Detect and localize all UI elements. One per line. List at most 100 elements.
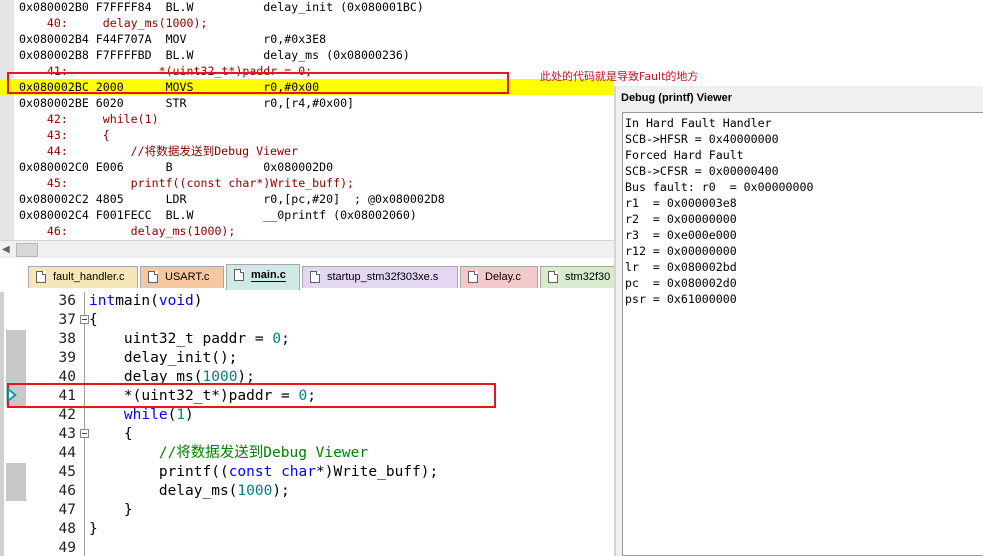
code-token: const — [228, 464, 273, 480]
file-icon — [36, 271, 46, 283]
viewer-output-line: SCB->CFSR = 0x00000400 — [625, 164, 779, 178]
code-token: ) — [185, 407, 194, 423]
code-line[interactable]: 44 //将数据发送到Debug Viewer — [4, 444, 614, 463]
code-token: 1 — [176, 407, 186, 423]
line-number: 39 — [58, 350, 76, 366]
disassembly-line[interactable]: 0x080002B0 F7FFFF84 BL.W delay_init (0x0… — [0, 0, 614, 15]
disassembly-line[interactable]: 0x080002B8 F7FFFFBD BL.W delay_ms (0x080… — [0, 47, 614, 63]
code-token: while — [89, 407, 168, 423]
tab-file[interactable]: startup_stm32f303xe.s — [302, 266, 458, 288]
disassembly-line[interactable]: 42: while(1) — [0, 111, 614, 127]
disassembly-line[interactable]: 45: printf((const char*)Write_buff); — [0, 175, 614, 191]
disassembly-line-text: 44: //将数据发送到Debug Viewer — [19, 144, 298, 158]
code-line[interactable]: 38 uint32_t paddr = 0; — [4, 330, 614, 349]
scroll-thumb[interactable] — [16, 243, 38, 257]
code-line[interactable]: 48} — [4, 520, 614, 539]
file-icon — [310, 271, 320, 283]
code-token: ( — [167, 407, 177, 423]
viewer-output[interactable]: In Hard Fault Handler SCB->HFSR = 0x40000… — [622, 112, 983, 556]
code-token: ; — [281, 331, 290, 347]
scroll-left-arrow-icon[interactable]: ◀ — [2, 244, 10, 255]
viewer-title: Debug (printf) Viewer — [621, 92, 733, 104]
editor-tabs: fault_handler.c USART.c main.c startup_stm3… — [0, 258, 614, 293]
viewer-output-line: pc = 0x080002d0 — [625, 276, 737, 290]
code-line[interactable]: 39 delay_init(); — [4, 349, 614, 368]
tab-label: fault_handler.c — [53, 271, 125, 283]
viewer-output-line: r12 = 0x00000000 — [625, 244, 737, 258]
viewer-output-line: r2 = 0x00000000 — [625, 212, 737, 226]
tab-file[interactable]: USART.c — [140, 266, 224, 288]
file-icon — [148, 271, 158, 283]
disassembly-line-text: 0x080002C2 4805 LDR r0,[pc,#20] ; @0x080… — [19, 192, 445, 206]
tab-file[interactable]: main.c — [226, 264, 300, 290]
code-token: delay_ms( — [89, 483, 238, 499]
code-text: { — [89, 425, 133, 444]
tab-label: USART.c — [165, 271, 210, 283]
viewer-output-line: Bus fault: r0 = 0x00000000 — [625, 180, 814, 194]
disassembly-line-text: 43: { — [19, 128, 110, 142]
disassembly-line-text: 0x080002B0 F7FFFF84 BL.W delay_init (0x0… — [19, 0, 424, 14]
code-token: delay_init(); — [89, 350, 238, 366]
line-number: 49 — [58, 540, 76, 556]
code-token: ) — [193, 293, 203, 309]
code-line[interactable]: 49 — [4, 539, 614, 556]
code-text: delay_ms(1000); — [89, 482, 290, 501]
code-line[interactable]: 42 while(1) — [4, 406, 614, 425]
disassembly-line-text: 0x080002B8 F7FFFFBD BL.W delay_ms (0x080… — [19, 48, 410, 62]
file-icon — [468, 271, 478, 283]
disassembly-line[interactable]: 40: delay_ms(1000); — [0, 15, 614, 31]
disassembly-line[interactable]: 43: { — [0, 127, 614, 143]
tab-file[interactable]: stm32f30 — [540, 266, 614, 288]
disassembly-line[interactable]: 0x080002C0 E006 B 0x080002D0 — [0, 159, 614, 175]
code-text: } — [89, 520, 98, 539]
disassembly-line[interactable]: 0x080002C2 4805 LDR r0,[pc,#20] ; @0x080… — [0, 191, 614, 207]
viewer-output-line: SCB->HFSR = 0x40000000 — [625, 132, 779, 146]
code-token: main( — [115, 293, 159, 309]
code-text: printf((const char*)Write_buff); — [89, 463, 438, 482]
code-line[interactable]: 45 printf((const char*)Write_buff); — [4, 463, 614, 482]
code-line[interactable]: 36 intmain(void) — [4, 292, 614, 311]
line-number: 38 — [58, 331, 76, 347]
code-token: ); — [272, 483, 290, 499]
file-icon — [234, 269, 244, 281]
disassembly-line[interactable]: 0x080002C4 F001FECC BL.W __0printf (0x08… — [0, 207, 614, 223]
disassembly-line[interactable]: 0x080002B4 F44F707A MOV r0,#0x3E8 — [0, 31, 614, 47]
line-number: 47 — [58, 502, 76, 518]
code-line[interactable]: 43 { — [4, 425, 614, 444]
current-line-pointer-icon — [8, 388, 17, 402]
disassembly-line[interactable]: 44: //将数据发送到Debug Viewer — [0, 143, 614, 159]
code-text: intmain(void) — [89, 292, 203, 311]
line-number: 36 — [58, 293, 76, 309]
viewer-output-line: lr = 0x080002bd — [625, 260, 737, 274]
code-token: *)Write_buff); — [316, 464, 439, 480]
code-token: void — [158, 293, 194, 309]
fold-collapse-icon[interactable] — [80, 315, 89, 324]
disassembly-line[interactable]: 0x080002BE 6020 STR r0,[r4,#0x00] — [0, 95, 614, 111]
viewer-output-line: Forced Hard Fault — [625, 148, 744, 162]
disassembly-hscrollbar[interactable]: ◀ — [0, 240, 614, 258]
line-number: 43 — [58, 426, 76, 442]
code-line[interactable]: 47 } — [4, 501, 614, 520]
disassembly-line-text: 0x080002BE 6020 STR r0,[r4,#0x00] — [19, 96, 355, 110]
disassembly-line-text: 0x080002B4 F44F707A MOV r0,#0x3E8 — [19, 32, 327, 46]
code-text: delay_init(); — [89, 349, 238, 368]
viewer-output-line: psr = 0x61000000 — [625, 292, 737, 306]
code-token: 1000 — [237, 483, 273, 499]
source-editor[interactable]: 36 intmain(void) 37 {38 uint32_t paddr = 0;… — [0, 292, 614, 556]
code-line[interactable]: 37 { — [4, 311, 614, 330]
code-line[interactable]: 46 delay_ms(1000); — [4, 482, 614, 501]
code-token: char — [272, 464, 316, 480]
fault-annotation: 此处的代码就是导致Fault的地方 — [540, 70, 699, 83]
fold-collapse-icon[interactable] — [80, 429, 89, 438]
tab-file[interactable]: Delay.c — [460, 266, 538, 288]
disassembly-line-text: 40: delay_ms(1000); — [19, 16, 208, 30]
faulting-instruction-highlight — [7, 72, 509, 94]
line-number: 48 — [58, 521, 76, 537]
disassembly-window[interactable]: 0x080002B0 F7FFFF84 BL.W delay_init (0x0… — [0, 0, 614, 240]
disassembly-line[interactable]: 46: delay_ms(1000); — [0, 223, 614, 239]
tab-file[interactable]: fault_handler.c — [28, 266, 138, 288]
code-text: } — [89, 501, 133, 520]
line-number: 37 — [58, 312, 76, 328]
debug-printf-viewer[interactable]: Debug (printf) Viewer In Hard Fault Hand… — [614, 86, 983, 556]
tab-label: main.c — [251, 269, 286, 282]
